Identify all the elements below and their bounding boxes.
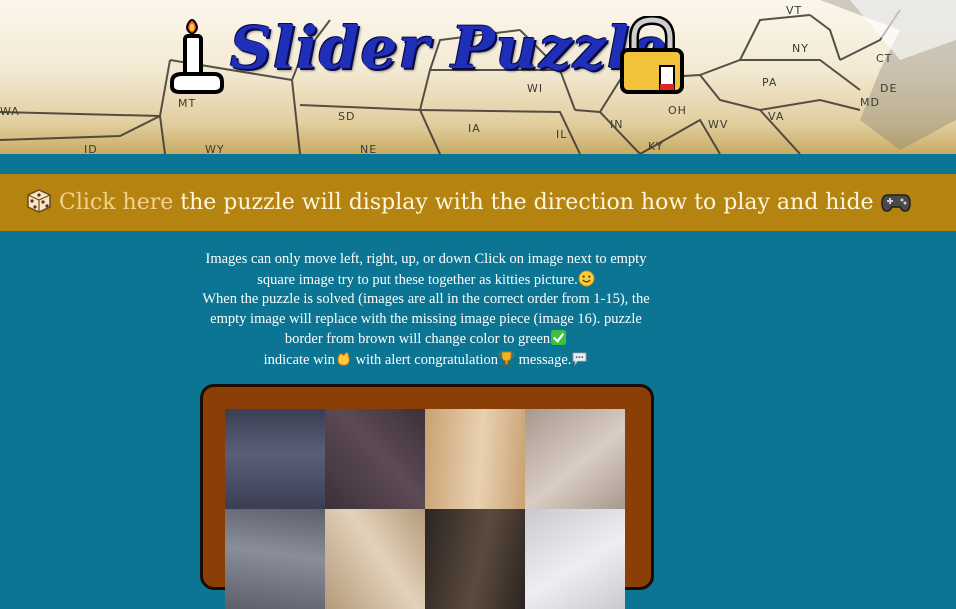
- state-label: IN: [610, 118, 624, 131]
- candle-icon: [170, 19, 224, 94]
- state-label: CT: [876, 52, 893, 65]
- gamepad-icon: [880, 194, 911, 212]
- state-label: WA: [0, 105, 20, 118]
- state-label: VA: [768, 110, 785, 123]
- instructions-toggle-text: Click here the puzzle will display with …: [26, 188, 911, 218]
- state-label: WV: [708, 118, 729, 131]
- state-label: VT: [786, 4, 803, 17]
- how-to-play-text: Images can only move left, right, up, or…: [200, 250, 652, 371]
- instructions-line: message.: [515, 351, 572, 368]
- lock-icon: [620, 16, 684, 94]
- instructions-toggle-bar: Click here the puzzle will display with …: [0, 174, 956, 231]
- instructions-line: When the puzzle is solved (images are al…: [202, 291, 650, 348]
- puzzle-tile[interactable]: [425, 509, 525, 609]
- site-header: WA MT ID WY SD NE IA IL IN WI OH KY WV V…: [0, 0, 956, 154]
- state-label: NE: [360, 143, 378, 154]
- banner-text: the puzzle will display with the directi…: [173, 190, 874, 215]
- puzzle-tile[interactable]: [325, 509, 425, 609]
- state-label: WY: [205, 143, 225, 154]
- site-title: Slider Puzzle: [230, 14, 668, 82]
- instructions-line: with alert congratulation: [351, 351, 499, 368]
- check-mark-icon: [551, 330, 567, 346]
- click-here-link[interactable]: Click here: [59, 190, 173, 215]
- puzzle-tile[interactable]: [225, 409, 325, 509]
- puzzle-tile[interactable]: [425, 409, 525, 509]
- clapping-hands-icon: [337, 352, 350, 366]
- state-label: MD: [860, 96, 880, 109]
- state-label: IL: [556, 128, 568, 141]
- state-label: SD: [338, 110, 356, 123]
- state-label: NY: [792, 42, 809, 55]
- state-label: OH: [668, 104, 687, 117]
- state-label: WI: [527, 82, 544, 95]
- die-icon: [27, 189, 51, 213]
- state-label: PA: [762, 76, 778, 89]
- puzzle-board: [200, 384, 654, 609]
- instructions-line: indicate win: [263, 351, 335, 368]
- smiley-icon: [578, 270, 595, 287]
- header-divider: [0, 154, 956, 174]
- state-label: KY: [648, 140, 664, 153]
- puzzle-tile[interactable]: [225, 509, 325, 609]
- puzzle-grid: [225, 409, 625, 609]
- puzzle-tile[interactable]: [525, 409, 625, 509]
- speech-bubble-icon: [572, 352, 587, 367]
- state-label: DE: [880, 82, 898, 95]
- state-label: IA: [468, 122, 481, 135]
- puzzle-tile[interactable]: [525, 509, 625, 609]
- puzzle-tile[interactable]: [325, 409, 425, 509]
- trophy-icon: [498, 351, 515, 367]
- state-label: MT: [178, 97, 197, 110]
- state-label: ID: [84, 143, 98, 154]
